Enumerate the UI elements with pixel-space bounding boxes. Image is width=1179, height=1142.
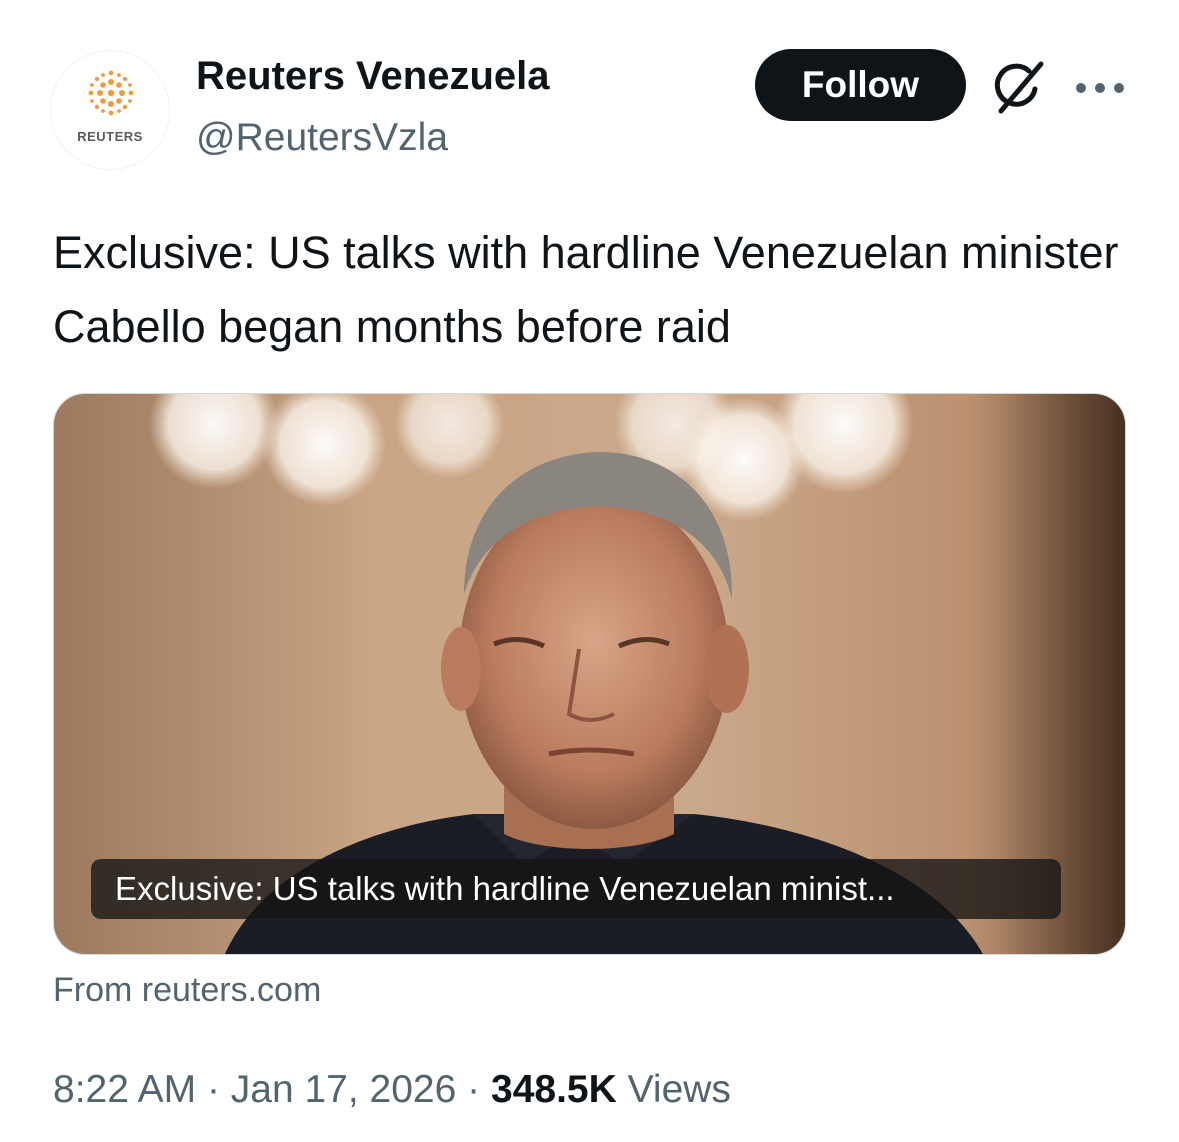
user-handle[interactable]: @ReutersVzla: [196, 116, 448, 160]
reuters-logo-icon: [88, 70, 134, 116]
link-card[interactable]: Exclusive: US talks with hardline Venezu…: [53, 393, 1126, 955]
display-name[interactable]: Reuters Venezuela: [196, 54, 550, 99]
views-label: Views: [627, 1068, 731, 1111]
tweet-date[interactable]: Jan 17, 2026: [231, 1068, 457, 1111]
views-count: 348.5K: [491, 1068, 617, 1111]
card-source[interactable]: From reuters.com: [53, 971, 321, 1010]
avatar-wordmark: REUTERS: [77, 129, 143, 144]
meta-separator: ·: [206, 1068, 220, 1111]
avatar[interactable]: REUTERS: [50, 50, 170, 170]
meta-separator: ·: [467, 1068, 481, 1111]
tweet-time[interactable]: 8:22 AM: [53, 1068, 196, 1111]
follow-button[interactable]: Follow: [755, 49, 966, 121]
card-caption: Exclusive: US talks with hardline Venezu…: [91, 859, 1061, 919]
tweet-text: Exclusive: US talks with hardline Venezu…: [53, 227, 1119, 352]
tweet-meta: 8:22 AM · Jan 17, 2026 · 348.5K Views: [53, 1068, 731, 1112]
grok-icon[interactable]: [988, 58, 1048, 118]
more-icon[interactable]: [1072, 70, 1128, 106]
